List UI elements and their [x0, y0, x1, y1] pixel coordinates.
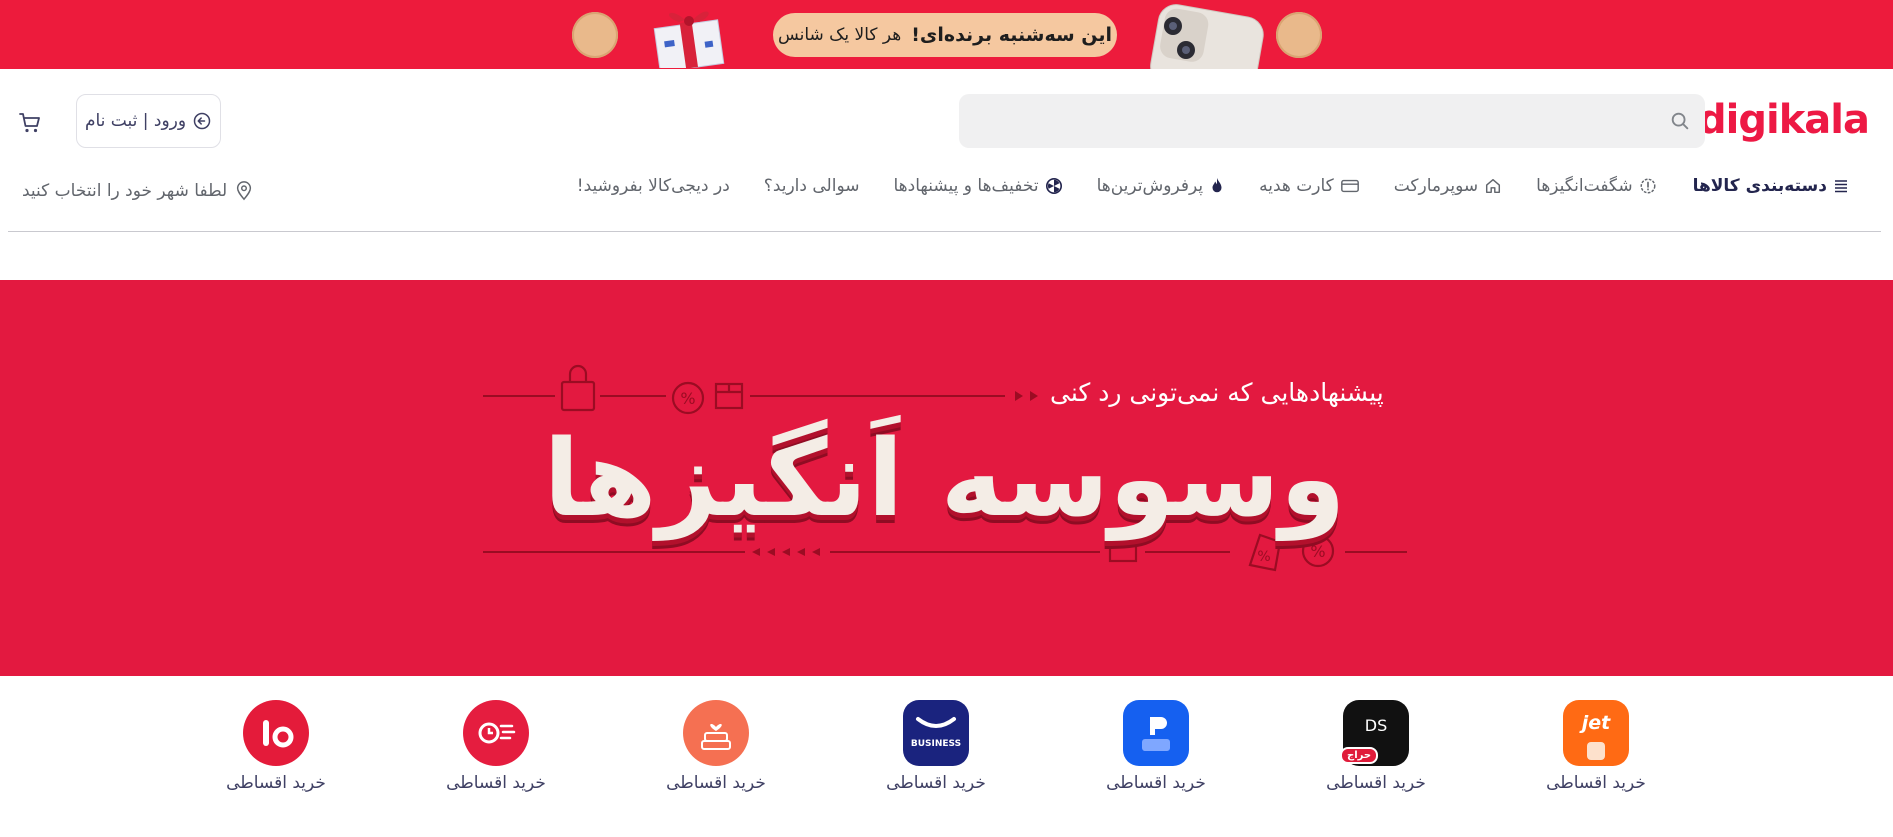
service-digipay[interactable]: خرید اقساطی — [1101, 700, 1211, 793]
nav-item-faq[interactable]: سوالی دارید؟ — [764, 176, 860, 196]
nav-item-discounts[interactable]: تخفیف‌ها و پیشنهادها — [893, 176, 1062, 196]
digikala-logo[interactable]: digikala — [1698, 97, 1870, 143]
main-nav: دسته‌بندی کالاها شگفت‌انگیزها سوپرمارکت — [543, 171, 1849, 201]
hero-banner[interactable]: % % % پیشنهادهایی که نمی‌تونی رد کنی وسو… — [0, 280, 1893, 676]
nav-item-bestsellers[interactable]: پرفروش‌ترین‌ها — [1097, 176, 1226, 196]
cart-icon[interactable] — [18, 111, 42, 135]
login-button[interactable]: ورود | ثبت نام — [76, 94, 221, 148]
express-icon — [463, 700, 529, 766]
nav-item-label: سوپرمارکت — [1393, 176, 1479, 196]
location-pin-icon — [237, 181, 252, 201]
fire-icon — [1212, 177, 1222, 193]
city-selector[interactable]: لطفا شهر خود را انتخاب کنید — [22, 181, 253, 201]
login-icon — [193, 112, 211, 130]
service-label: خرید اقساطی — [446, 773, 546, 793]
jet-icon: jet — [1563, 700, 1629, 766]
nav-item-gift-card[interactable]: کارت هدیه — [1259, 176, 1360, 196]
business-icon: BUSINESS — [903, 700, 969, 766]
menu-icon — [1835, 180, 1847, 193]
phone-icon — [1150, 4, 1264, 69]
sale-tag: حراج — [1340, 747, 1379, 764]
decor-circle-right — [1276, 12, 1322, 58]
nav-item-label: در دیجی‌کالا بفروشید! — [576, 176, 730, 196]
nav-item-label: تخفیف‌ها و پیشنهادها — [893, 176, 1039, 196]
nav-item-label: دسته‌بندی کالاها — [1692, 176, 1827, 196]
service-jet[interactable]: jet خرید اقساطی — [1541, 700, 1651, 793]
service-label: خرید اقساطی — [886, 773, 986, 793]
nav-item-sell[interactable]: در دیجی‌کالا بفروشید! — [577, 176, 730, 196]
top-promo-banner[interactable]: این سه‌شنبه برنده‌ای! هر کالا یک شانس — [0, 0, 1893, 69]
promo-headline: این سه‌شنبه برنده‌ای! — [911, 24, 1113, 46]
nav-item-amazing[interactable]: شگفت‌انگیزها — [1536, 176, 1656, 196]
header-divider — [8, 231, 1881, 232]
service-label: خرید اقساطی — [226, 773, 326, 793]
city-label: لطفا شهر خود را انتخاب کنید — [22, 181, 228, 201]
service-business[interactable]: BUSINESS خرید اقساطی — [881, 700, 991, 793]
business-badge: BUSINESS — [910, 739, 962, 749]
cake-drawing-icon — [701, 724, 731, 750]
service-label: خرید اقساطی — [1546, 773, 1646, 793]
site-header: digikala ورود | ثبت نام دس — [0, 69, 1893, 232]
nav-item-label: پرفروش‌ترین‌ها — [1096, 176, 1204, 196]
service-label: خرید اقساطی — [1106, 773, 1206, 793]
supermarket-icon — [1486, 178, 1501, 194]
digipay-icon — [1123, 700, 1189, 766]
search-icon — [1671, 112, 1689, 130]
jet-badge: jet — [1581, 712, 1611, 734]
wallet-icon — [1142, 717, 1170, 751]
service-label: خرید اقساطی — [1326, 773, 1426, 793]
nav-item-supermarket[interactable]: سوپرمارکت — [1394, 176, 1502, 196]
digistyle-icon: DS حراج — [1340, 700, 1409, 766]
service-label: خرید اقساطی — [666, 773, 766, 793]
installment-icon — [243, 700, 309, 766]
service-digistyle[interactable]: DS حراج خرید اقساطی — [1321, 700, 1431, 793]
services-row: jet خرید اقساطی DS حراج خرید اقساطی خرید… — [0, 700, 1893, 810]
nav-item-categories[interactable]: دسته‌بندی کالاها — [1693, 176, 1849, 196]
promo-subline: هر کالا یک شانس — [777, 25, 902, 45]
page: این سه‌شنبه برنده‌ای! هر کالا یک شانس di… — [0, 0, 1893, 837]
cake-icon — [683, 700, 749, 766]
installment-logo-icon — [263, 720, 294, 748]
nav-item-label: کارت هدیه — [1259, 176, 1334, 196]
nav-item-label: شگفت‌انگیزها — [1536, 176, 1633, 196]
gift-card-icon — [1340, 179, 1359, 193]
discount-icon — [1045, 177, 1062, 195]
service-cake[interactable]: خرید اقساطی — [661, 700, 771, 793]
amazing-icon — [1640, 178, 1656, 194]
digistyle-badge: DS — [1364, 715, 1388, 735]
gift-box-icon — [653, 11, 725, 68]
hero-title: وسوسه اَنگیزها — [543, 416, 1346, 540]
smile-icon — [916, 717, 956, 728]
login-label: ورود | ثبت نام — [84, 111, 187, 131]
nav-item-label: سوالی دارید؟ — [763, 176, 860, 196]
search-input[interactable] — [959, 94, 1705, 148]
service-installment[interactable]: خرید اقساطی — [221, 700, 331, 793]
promo-pill: این سه‌شنبه برنده‌ای! هر کالا یک شانس — [773, 13, 1117, 57]
clock-speed-icon — [478, 722, 516, 744]
service-express[interactable]: خرید اقساطی — [441, 700, 551, 793]
decor-circle-left — [572, 12, 618, 58]
